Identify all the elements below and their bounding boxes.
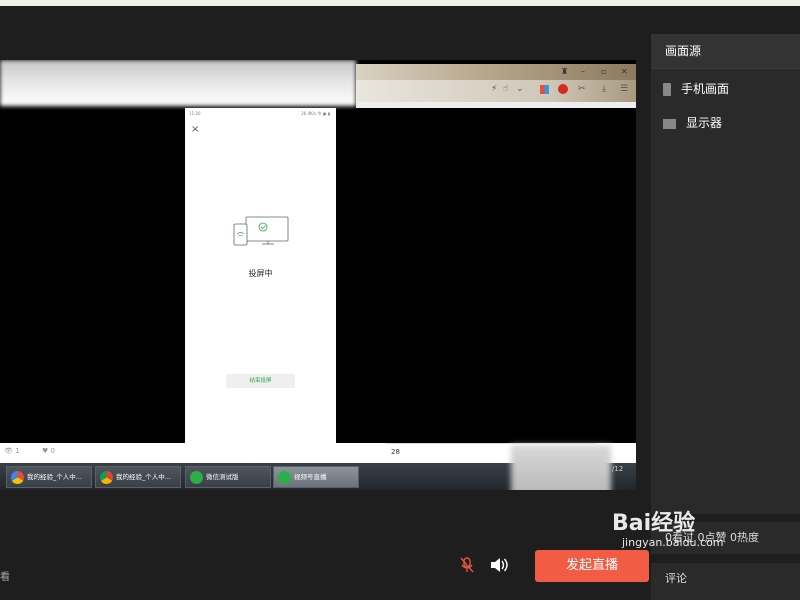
blurred-region <box>511 445 611 490</box>
mic-muted-icon[interactable] <box>458 556 476 574</box>
taskbar-item: 微信测试版 <box>185 466 271 488</box>
scissors-icon: ✂ <box>578 84 586 94</box>
likes-count: 0 <box>50 447 55 455</box>
app-grid-icon <box>540 85 549 94</box>
taskbar-item-label: 我的经验_个人中... <box>116 473 171 481</box>
tray-date: /12 <box>612 465 624 473</box>
close-icon: ✕ <box>621 67 628 76</box>
baidu-watermark-logo: Bai经验 jingyan.baidu.com <box>612 511 724 550</box>
top-bar <box>0 6 651 34</box>
taskbar-item: 我的经验_个人中... <box>95 466 181 488</box>
download-icon: ⤓ <box>602 84 606 94</box>
close-icon[interactable]: × <box>191 124 199 135</box>
minimize-icon: – <box>581 67 585 76</box>
source-item-phone[interactable]: 手机画面 <box>663 80 729 97</box>
thumb-icon: ☝ <box>503 84 509 94</box>
captured-window-titlebar: ♜ – ▫ ✕ <box>356 64 636 80</box>
comments-label: 评论 <box>665 572 687 585</box>
phone-status-time: 11:20 <box>189 111 201 116</box>
wechat-icon <box>190 470 203 484</box>
source-panel: 画面源 手机画面 显示器 <box>651 34 800 514</box>
speaker-icon[interactable] <box>489 556 509 574</box>
watermark-url: jingyan.baidu.com <box>622 536 724 549</box>
phone-screen: 11:20 26.4K/s 令 ▣ ▮ × 投屏中 结束投屏 ≡ □ ‹ <box>185 108 336 490</box>
blurred-region <box>0 60 356 106</box>
taskbar-item-label: 微信测试版 <box>206 473 239 481</box>
taskbar-item-active: 视频号直播 <box>273 466 359 488</box>
menu-icon: ☰ <box>620 84 629 94</box>
watermark-brand: Bai经验 <box>612 511 696 536</box>
views-count: 1 <box>15 447 20 455</box>
panel-title: 画面源 <box>665 44 702 58</box>
chrome-icon <box>100 470 113 484</box>
taskbar-item: 我的经验_个人中... <box>6 466 92 488</box>
end-casting-button[interactable]: 结束投屏 <box>226 374 295 388</box>
phone-icon <box>663 83 671 96</box>
views-stat: 👁 1 <box>4 447 20 455</box>
start-live-button[interactable]: 发起直播 <box>535 550 649 582</box>
phone-status-right: 26.4K/s 令 ▣ ▮ <box>301 111 330 116</box>
taskbar-item-label: 我的经验_个人中... <box>27 473 82 481</box>
monitor-icon <box>663 118 676 129</box>
chevron-down-icon: ⌄ <box>516 84 524 94</box>
captured-input-value: 28 <box>391 448 400 456</box>
opera-icon <box>558 84 568 94</box>
maximize-icon: ▫ <box>601 67 607 76</box>
wechat-icon <box>278 470 291 484</box>
left-bottom-label: 看 <box>0 572 10 583</box>
comments-section[interactable]: 评论 <box>651 563 800 600</box>
casting-status-title: 投屏中 <box>248 269 273 278</box>
stream-preview: ♜ – ▫ ✕ ⚡ ☝ ⌄ ✂ ⤓ ☰ 11:20 26.4K/s 令 ▣ ▮ … <box>0 60 636 490</box>
source-item-label: 手机画面 <box>681 82 730 96</box>
likes-stat: ♥ 0 <box>42 447 55 455</box>
captured-window-content-strip <box>356 102 636 108</box>
taskbar-item-label: 视频号直播 <box>294 473 327 481</box>
captured-browser-toolbar: ⚡ ☝ ⌄ ✂ ⤓ ☰ <box>356 80 636 102</box>
panel-header: 画面源 <box>651 34 800 69</box>
screen-cast-illustration-icon <box>233 216 289 246</box>
source-item-label: 显示器 <box>686 116 723 130</box>
skin-icon: ♜ <box>561 67 569 76</box>
source-item-monitor[interactable]: 显示器 <box>663 114 722 131</box>
lightning-icon: ⚡ <box>491 84 498 94</box>
browser-icon <box>11 470 24 484</box>
